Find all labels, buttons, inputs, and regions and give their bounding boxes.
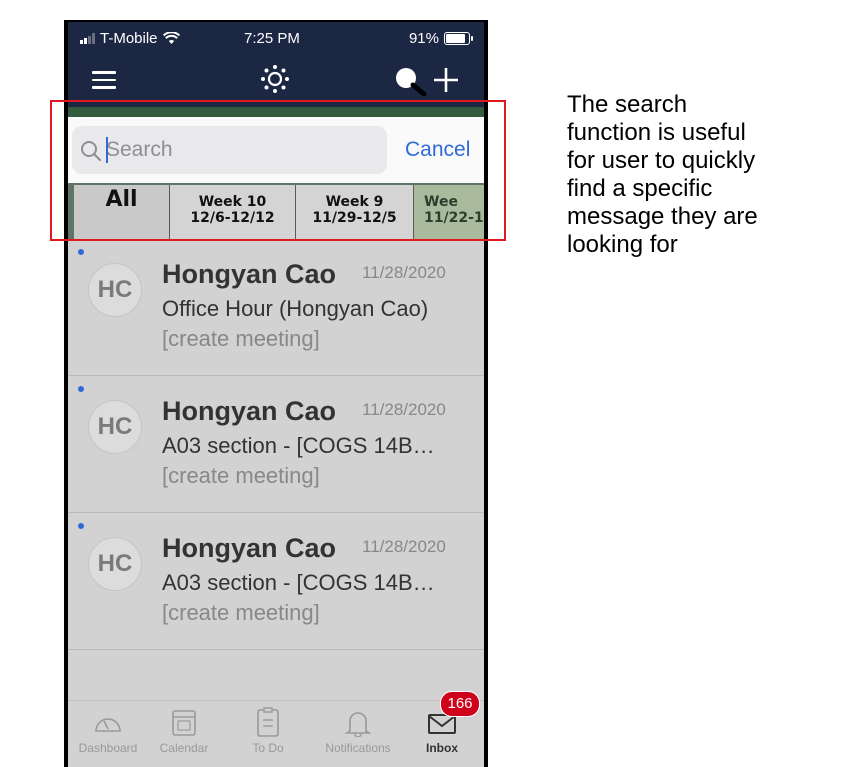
tab-notifications-label: Notifications [325, 741, 391, 755]
message-sender: Hongyan Cao [162, 396, 337, 426]
bottom-tab-bar: Dashboard Calendar To Do Notifications I… [68, 691, 484, 767]
avatar: HC [88, 400, 142, 454]
unread-dot [78, 386, 84, 392]
tab-notifications[interactable]: Notifications [318, 707, 398, 755]
status-bar: T-Mobile 7:25 PM 91% [68, 22, 484, 54]
annotation-text: The search function is useful for user t… [567, 91, 758, 258]
tab-calendar[interactable]: Calendar [144, 707, 224, 755]
add-icon[interactable] [432, 66, 460, 94]
message-subject: A03 section - [COGS 14B… [162, 570, 435, 595]
battery-group: 91% [408, 30, 473, 47]
tab-todo-label: To Do [252, 741, 284, 755]
carrier-group: T-Mobile [80, 30, 180, 47]
wifi-icon [162, 32, 180, 44]
hamburger-menu-icon[interactable] [92, 71, 116, 89]
message-preview: [create meeting] [162, 326, 320, 351]
todo-icon [257, 707, 279, 737]
avatar: HC [88, 263, 142, 317]
nav-bar [68, 60, 484, 104]
tab-todo[interactable]: To Do [228, 707, 308, 755]
tab-inbox-label: Inbox [426, 741, 458, 755]
canvas-logo-icon[interactable] [260, 64, 290, 94]
list-item[interactable]: HC Hongyan Cao 11/28/2020 Office Hour (H… [68, 241, 484, 376]
status-time: 7:25 PM [244, 30, 300, 47]
message-sender: Hongyan Cao [162, 259, 337, 289]
unread-dot [78, 249, 84, 255]
tab-dashboard[interactable]: Dashboard [68, 707, 148, 755]
dashboard-icon [95, 718, 121, 732]
tab-dashboard-label: Dashboard [78, 741, 138, 755]
message-subject: A03 section - [COGS 14B… [162, 433, 435, 458]
inbox-badge: 166 [440, 691, 480, 717]
message-sender: Hongyan Cao [162, 533, 337, 563]
top-bar: T-Mobile 7:25 PM 91% [68, 22, 484, 107]
battery-icon [444, 32, 473, 45]
avatar: HC [88, 537, 142, 591]
message-subject: Office Hour (Hongyan Cao) [162, 296, 429, 321]
list-item[interactable]: HC Hongyan Cao 11/28/2020 A03 section - … [68, 378, 484, 513]
signal-icon [80, 33, 95, 44]
search-highlight-box [50, 100, 506, 241]
message-preview: [create meeting] [162, 463, 320, 488]
bell-icon [344, 712, 372, 737]
unread-dot [78, 523, 84, 529]
message-date: 11/28/2020 [362, 263, 446, 282]
calendar-icon [172, 710, 196, 736]
search-icon[interactable] [394, 66, 428, 96]
message-date: 11/28/2020 [362, 537, 446, 556]
tab-calendar-label: Calendar [159, 741, 209, 755]
message-preview: [create meeting] [162, 600, 320, 625]
list-item[interactable]: HC Hongyan Cao 11/28/2020 A03 section - … [68, 515, 484, 650]
carrier-name: T-Mobile [100, 30, 158, 47]
message-date: 11/28/2020 [362, 400, 446, 419]
battery-percent: 91% [408, 30, 439, 47]
